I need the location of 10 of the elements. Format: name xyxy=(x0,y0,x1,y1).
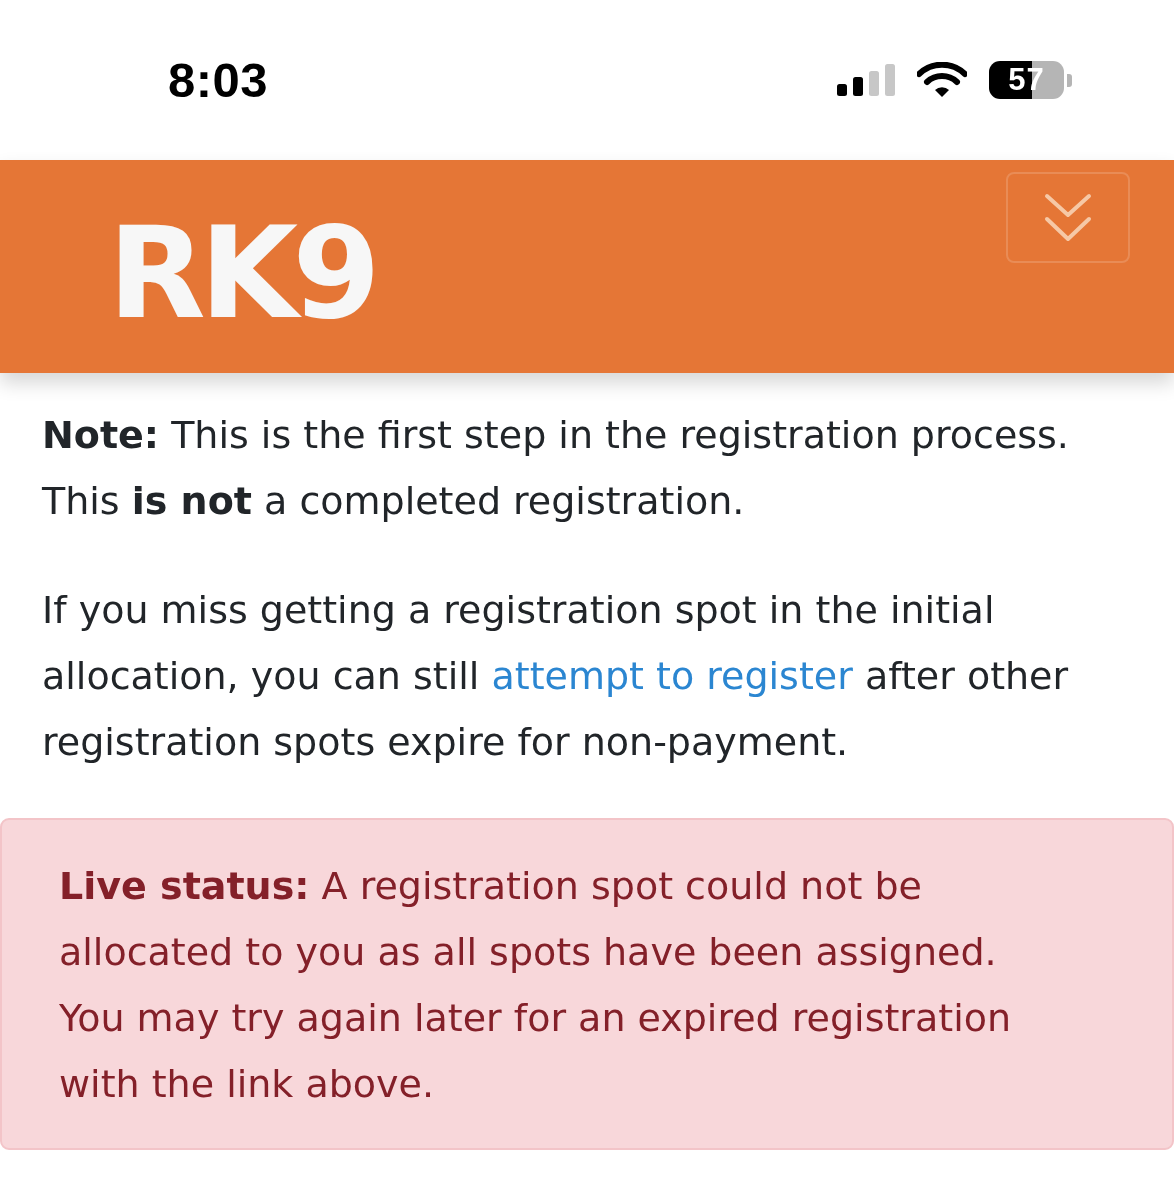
cellular-signal-icon xyxy=(837,64,895,96)
info-paragraph: If you miss getting a registration spot in the initial allocation, you can still attempt to register after other registration spots expire for non-payment. xyxy=(41,587,1070,766)
menu-toggle-button[interactable] xyxy=(1006,172,1130,263)
wifi-icon xyxy=(917,62,967,98)
note-paragraph: Note: This is the first step in the registration process. This is not a completed registration. xyxy=(41,412,1070,525)
live-status-alert: Live status: A registration spot could not be allocated to you as all spots have been assigned. You may try again later for an expired registration with the link above. xyxy=(0,818,1174,1150)
double-chevron-down-icon xyxy=(1044,192,1092,243)
clock-time: 8:03 xyxy=(168,52,269,108)
register-link[interactable]: attempt to register xyxy=(491,654,853,698)
site-logo[interactable]: RK9 xyxy=(108,210,375,337)
